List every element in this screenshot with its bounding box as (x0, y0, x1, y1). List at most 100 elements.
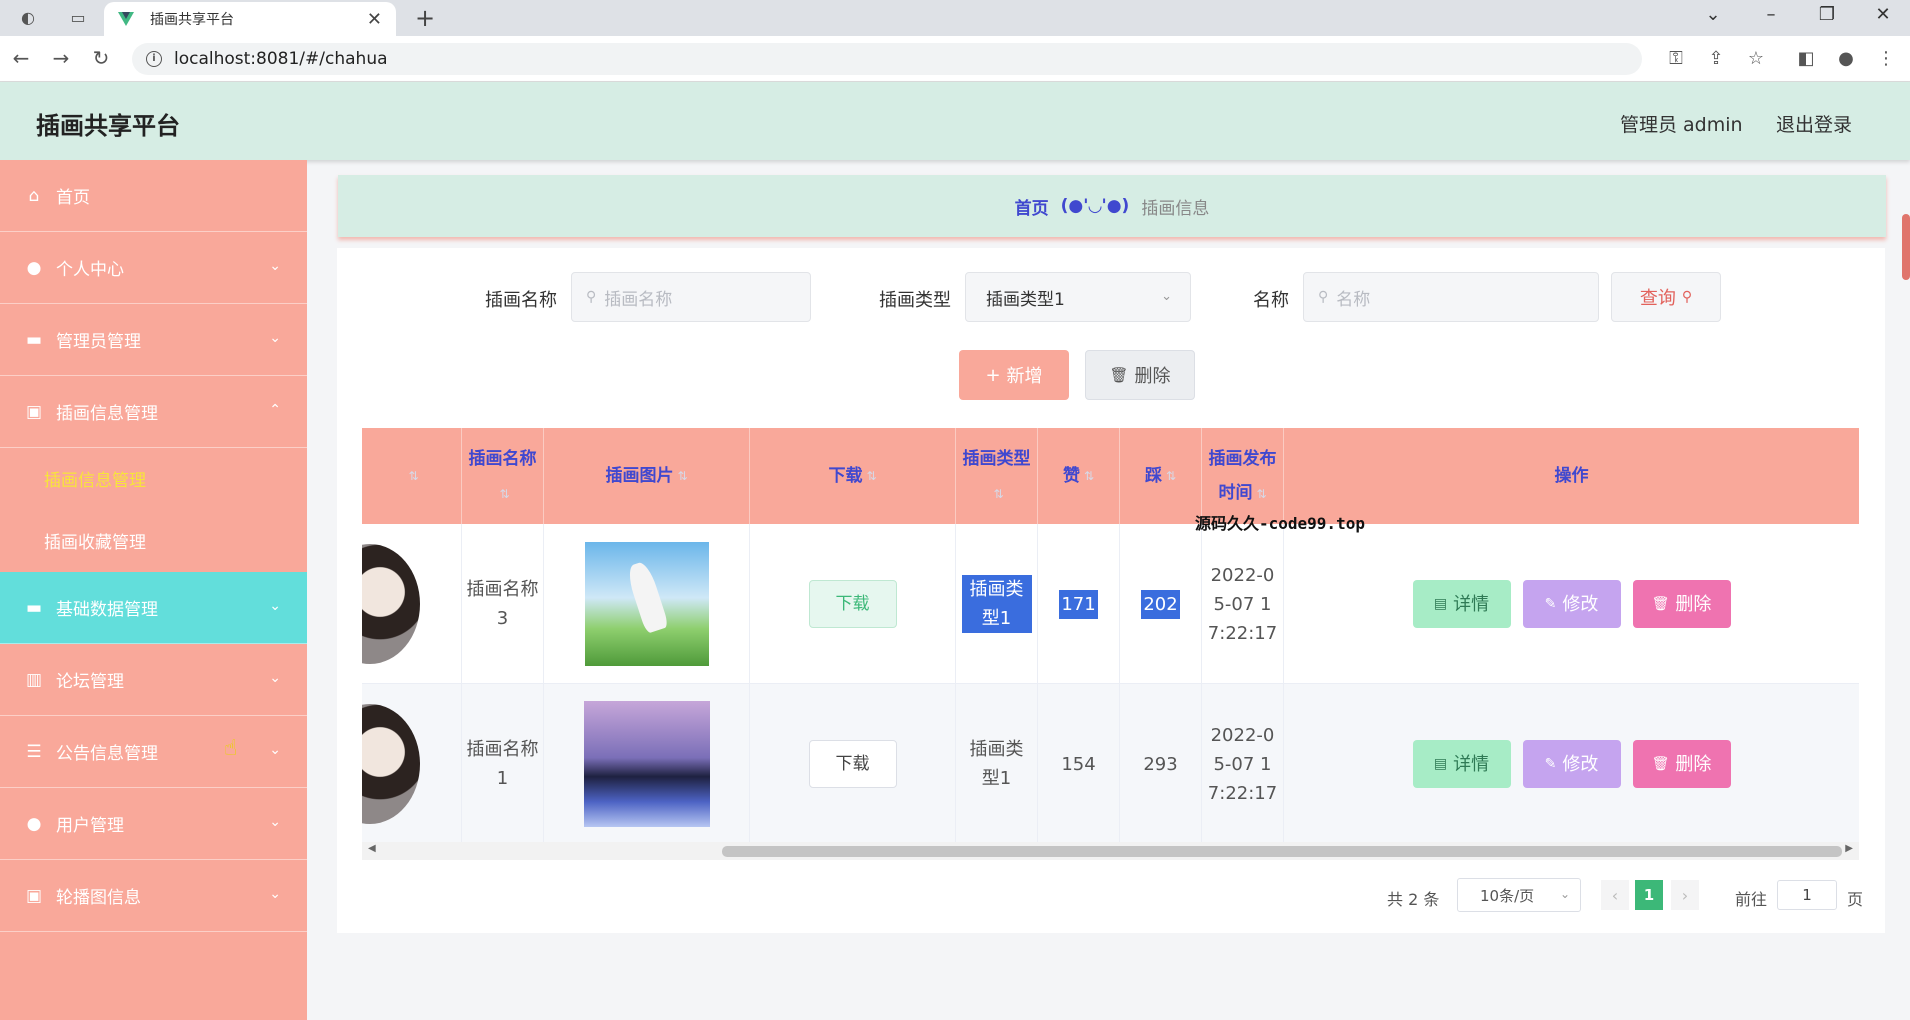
column-likes[interactable]: 赞 ⇅ (1038, 428, 1120, 524)
chevron-down-icon: ⌄ (269, 258, 281, 274)
name-search-input[interactable]: ⚲ 插画名称 (571, 272, 811, 322)
scrollbar-thumb[interactable] (722, 846, 1842, 857)
avatar (362, 704, 420, 824)
sort-icon[interactable]: ⇅ (1084, 459, 1094, 493)
pencil-icon: ✎ (1544, 755, 1557, 772)
scroll-right-icon[interactable]: ▶ (1845, 843, 1853, 854)
forward-icon[interactable]: → (48, 46, 74, 70)
star-icon[interactable]: ☆ (1744, 48, 1768, 69)
sidebar-item-label: 公告信息管理 (56, 744, 158, 764)
delete-button[interactable]: 🗑 删除 (1632, 740, 1731, 788)
page-vertical-scrollbar[interactable] (1902, 214, 1910, 280)
sort-icon[interactable]: ⇅ (993, 487, 1003, 501)
browser-menu-icon[interactable]: ◐ (16, 6, 40, 30)
detail-button[interactable]: ▤ 详情 (1412, 580, 1511, 628)
column-dislikes[interactable]: 踩 ⇅ (1120, 428, 1202, 524)
sidebar-subitem-illustration-info[interactable]: 插画信息管理 (0, 448, 307, 508)
column-type[interactable]: 插画类型 ⇅ (956, 428, 1038, 524)
back-icon[interactable]: ← (8, 46, 34, 70)
restore-icon[interactable]: ❐ (1812, 4, 1842, 25)
sidebar-item-label: 用户管理 (56, 816, 124, 836)
page-number-1[interactable]: 1 (1635, 880, 1663, 910)
query-button-label: 查询 (1639, 288, 1676, 309)
browser-tab[interactable]: 插画共享平台 ✕ (104, 2, 396, 36)
page-size-select[interactable]: 10条/页 ⌄ (1457, 878, 1581, 912)
folder-icon: ▬ (25, 597, 43, 618)
table-horizontal-scrollbar[interactable]: ◀ ▶ (362, 842, 1859, 860)
sidebar-subitem-favorites[interactable]: 插画收藏管理 (0, 510, 307, 570)
breadcrumb-home[interactable]: 首页 (1015, 194, 1049, 219)
sort-icon[interactable]: ⇅ (408, 459, 418, 493)
next-page-icon[interactable]: › (1671, 880, 1699, 910)
sidebar-toggle-icon[interactable]: ◧ (1794, 48, 1818, 69)
delete-label: 删除 (1675, 753, 1712, 775)
logout-button[interactable]: 退出登录 (1776, 110, 1852, 137)
download-button[interactable]: 下载 (808, 740, 897, 788)
sort-icon[interactable]: ⇅ (1166, 459, 1176, 493)
edit-button[interactable]: ✎ 修改 (1522, 740, 1621, 788)
sort-icon[interactable]: ⇅ (866, 459, 876, 493)
dislikes-cell: 202 (1120, 524, 1202, 684)
chevron-down-icon: ⌄ (1161, 289, 1172, 304)
avatar-cell (362, 684, 462, 844)
column-actions: 操作 (1284, 428, 1859, 524)
sidebar-item-profile[interactable]: ● 个人中心 ⌄ (0, 232, 307, 304)
edit-label: 修改 (1562, 753, 1599, 775)
share-icon[interactable]: ⇪ (1704, 48, 1728, 69)
sidebar-item-home[interactable]: ⌂ 首页 (0, 160, 307, 232)
sort-icon[interactable]: ⇅ (1256, 487, 1266, 501)
page-size-value: 10条/页 (1480, 886, 1535, 905)
dislikes-cell: 293 (1120, 684, 1202, 844)
site-info-icon[interactable]: i (146, 51, 162, 67)
query-button[interactable]: 查询 ⚲ (1611, 272, 1721, 322)
minimize-icon[interactable]: – (1756, 4, 1786, 25)
sort-icon[interactable]: ⇅ (677, 459, 687, 493)
title-search-input[interactable]: ⚲ 名称 (1303, 272, 1599, 322)
tab-search-icon[interactable]: ⌄ (1698, 4, 1728, 25)
chevron-down-icon: ⌄ (269, 742, 281, 758)
sidebar-item-forum[interactable]: ▥ 论坛管理 ⌄ (0, 644, 307, 716)
download-cell: 下载 (750, 684, 956, 844)
column-type-label: 插画类型 (962, 448, 1031, 469)
close-tab-icon[interactable]: ✕ (367, 9, 382, 30)
sidebar-item-illustration[interactable]: ▣ 插画信息管理 ⌃ (0, 376, 307, 448)
hand-cursor-icon: ☝ (224, 736, 238, 761)
edit-button[interactable]: ✎ 修改 (1522, 580, 1621, 628)
illustration-image[interactable] (583, 701, 710, 827)
tab-group-icon[interactable]: ▭ (66, 6, 90, 30)
sidebar-item-carousel[interactable]: ▣ 轮播图信息 ⌄ (0, 860, 307, 932)
window-close-icon[interactable]: ✕ (1868, 4, 1898, 25)
sidebar-item-users[interactable]: ● 用户管理 ⌄ (0, 788, 307, 860)
type-select[interactable]: 插画类型1 ⌄ (965, 272, 1191, 322)
batch-delete-button[interactable]: 🗑 删除 (1085, 350, 1195, 400)
prev-page-icon[interactable]: ‹ (1601, 880, 1629, 910)
search-icon: ⚲ (1681, 289, 1693, 305)
sidebar-item-admin[interactable]: ▬ 管理员管理 ⌄ (0, 304, 307, 376)
new-tab-icon[interactable]: + (415, 4, 435, 32)
download-button[interactable]: 下载 (808, 580, 897, 628)
vue-logo-icon (118, 11, 134, 27)
add-button[interactable]: + 新增 (959, 350, 1069, 400)
actions-cell: ▤ 详情 ✎ 修改 🗑 删除 (1284, 524, 1859, 684)
reload-icon[interactable]: ↻ (88, 46, 114, 70)
illustration-image[interactable] (584, 542, 709, 666)
browser-more-icon[interactable]: ⋮ (1874, 48, 1898, 69)
illustration-type: 插画类型1 (961, 575, 1032, 633)
column-image[interactable]: 插画图片 ⇅ (544, 428, 750, 524)
likes-cell: 171 (1038, 524, 1120, 684)
key-icon[interactable]: ⚿ (1664, 48, 1688, 69)
url-field[interactable]: i localhost:8081/#/chahua (132, 43, 1642, 75)
profile-icon[interactable]: ● (1834, 48, 1858, 69)
detail-button[interactable]: ▤ 详情 (1412, 740, 1511, 788)
column-download[interactable]: 下载 ⇅ (750, 428, 956, 524)
scroll-left-icon[interactable]: ◀ (368, 843, 376, 854)
column-name[interactable]: 插画名称 ⇅ (462, 428, 544, 524)
sidebar-item-notice[interactable]: ☰ 公告信息管理 ⌄ (0, 716, 307, 788)
delete-label: 删除 (1675, 593, 1712, 615)
goto-page-input[interactable]: 1 (1777, 880, 1837, 910)
delete-button[interactable]: 🗑 删除 (1632, 580, 1731, 628)
time-cell: 2022-05-07 17:22:17 (1202, 684, 1284, 844)
sidebar-item-basic-data[interactable]: ▬ 基础数据管理 ⌄ (0, 572, 307, 644)
sidebar-item-label: 管理员管理 (56, 332, 141, 352)
sort-icon[interactable]: ⇅ (499, 487, 509, 501)
